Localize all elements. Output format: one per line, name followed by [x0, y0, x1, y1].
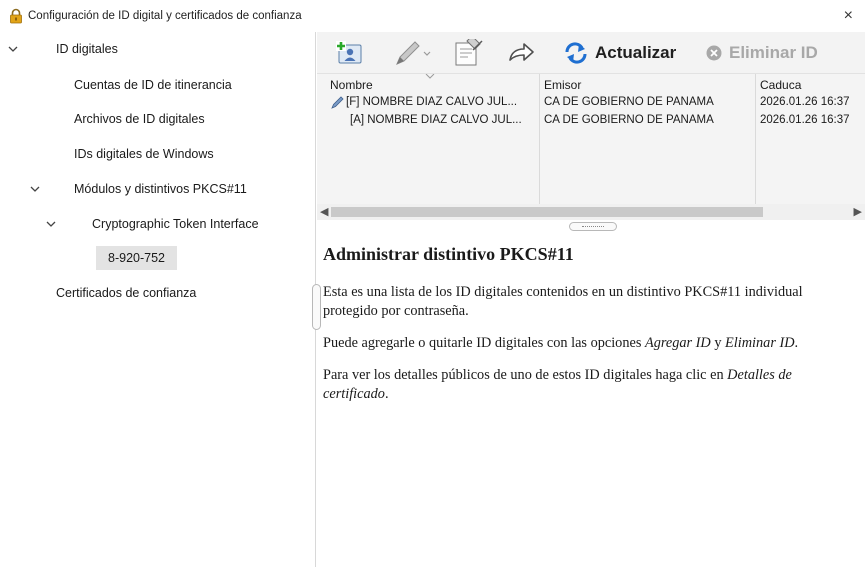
title-bar: Configuración de ID digital y certificad… — [0, 0, 865, 32]
help-paragraph-3: Para ver los detalles públicos de uno de… — [323, 366, 859, 404]
tree-item-id-digitales[interactable]: ID digitales — [8, 36, 308, 62]
tree-item-modulos-pkcs11[interactable]: Módulos y distintivos PKCS#11 — [30, 176, 310, 202]
chevron-down-icon[interactable] — [30, 184, 40, 194]
chevron-down-icon[interactable] — [46, 219, 56, 229]
content-pane: Actualizar Eliminar ID Nombre Emisor Cad… — [312, 32, 865, 567]
remove-circle-icon — [706, 45, 722, 61]
cell-emisor: CA DE GOBIERNO DE PANAMA — [544, 96, 714, 108]
tree-item-certificados-confianza[interactable]: Certificados de confianza — [56, 280, 196, 306]
vertical-splitter-handle[interactable] — [312, 284, 321, 330]
tree-item-label: Módulos y distintivos PKCS#11 — [74, 182, 247, 196]
tree-item-label: ID digitales — [56, 42, 118, 56]
remove-id-button-label: Eliminar ID — [729, 43, 818, 62]
help-text: . — [384, 386, 389, 402]
help-text: Puede agregarle o quitarle ID digitales … — [323, 335, 645, 351]
certificate-details-button[interactable] — [453, 39, 485, 67]
sort-chevron-icon — [425, 74, 435, 79]
lock-icon — [10, 8, 22, 24]
add-id-button[interactable] — [335, 39, 363, 67]
help-paragraph-1: Esta es una lista de los ID digitales co… — [323, 284, 803, 319]
column-header-caduca[interactable]: Caduca — [760, 78, 801, 92]
digital-id-list: Nombre Emisor Caduca [F] NOMBRE DIAZ CAL… — [317, 74, 865, 204]
help-text: Para ver los detalles públicos de uno de… — [323, 367, 728, 383]
remove-id-button[interactable]: Eliminar ID — [705, 39, 818, 67]
help-text: y — [710, 335, 726, 351]
tree-item-label: Certificados de confianza — [56, 286, 197, 300]
chevron-down-icon[interactable] — [8, 44, 18, 54]
horizontal-splitter-handle[interactable] — [569, 222, 617, 231]
tree-item-cuentas-itinerancia[interactable]: Cuentas de ID de itinerancia — [74, 72, 232, 98]
cell-nombre: [A] NOMBRE DIAZ CALVO JUL... — [350, 114, 522, 126]
table-row[interactable]: [F] NOMBRE DIAZ CALVO JUL... CA DE GOBIE… — [317, 94, 865, 112]
export-button[interactable] — [507, 39, 535, 67]
scrollbar-thumb[interactable] — [331, 207, 763, 217]
scroll-right-arrow-icon[interactable]: ▶ — [854, 205, 862, 218]
scroll-left-arrow-icon[interactable]: ◀ — [320, 205, 328, 218]
export-arrow-icon — [509, 43, 534, 61]
tree-item-ids-windows[interactable]: IDs digitales de Windows — [74, 141, 214, 167]
tree-item-label: 8-920-752 — [96, 246, 177, 270]
tree-item-label: Archivos de ID digitales — [74, 112, 205, 126]
table-row[interactable]: [A] NOMBRE DIAZ CALVO JUL... CA DE GOBIE… — [317, 112, 865, 130]
column-header-nombre[interactable]: Nombre — [330, 78, 373, 92]
refresh-button-label: Actualizar — [595, 43, 677, 62]
window-title: Configuración de ID digital y certificad… — [28, 10, 302, 22]
toolbar: Actualizar Eliminar ID — [317, 32, 865, 74]
refresh-button[interactable]: Actualizar — [563, 39, 676, 67]
tree-item-token-8-920-752[interactable]: 8-920-752 — [96, 245, 177, 271]
navigation-tree: ID digitales Cuentas de ID de itineranci… — [0, 32, 316, 567]
cell-nombre: [F] NOMBRE DIAZ CALVO JUL... — [346, 96, 518, 108]
refresh-icon — [565, 42, 587, 64]
help-emphasis-agregar-id: Agregar ID — [644, 335, 711, 351]
tree-item-label: IDs digitales de Windows — [74, 147, 214, 161]
help-paragraph-2: Puede agregarle o quitarle ID digitales … — [323, 334, 859, 353]
horizontal-scrollbar[interactable]: ◀ ▶ — [317, 204, 865, 220]
help-heading: Administrar distintivo PKCS#11 — [323, 244, 574, 264]
tree-item-label: Cuentas de ID de itinerancia — [74, 78, 232, 92]
pen-icon — [331, 96, 344, 109]
tree-item-archivos-id[interactable]: Archivos de ID digitales — [74, 106, 205, 132]
column-header-emisor[interactable]: Emisor — [544, 78, 581, 92]
help-emphasis-eliminar-id: Eliminar ID — [725, 335, 795, 351]
add-id-icon — [336, 41, 362, 64]
certificate-details-icon — [455, 39, 483, 66]
sign-button[interactable] — [393, 39, 433, 67]
help-text: . — [794, 335, 799, 351]
tree-item-cryptographic-token[interactable]: Cryptographic Token Interface — [46, 211, 310, 237]
cell-caduca: 2026.01.26 16:37 — [760, 114, 850, 126]
cell-emisor: CA DE GOBIERNO DE PANAMA — [544, 114, 714, 126]
tree-item-label: Cryptographic Token Interface — [92, 217, 259, 231]
help-panel: Administrar distintivo PKCS#11 Esta es u… — [323, 244, 859, 417]
close-button[interactable]: × — [844, 8, 853, 24]
cell-caduca: 2026.01.26 16:37 — [760, 96, 850, 108]
pen-icon — [396, 41, 431, 65]
